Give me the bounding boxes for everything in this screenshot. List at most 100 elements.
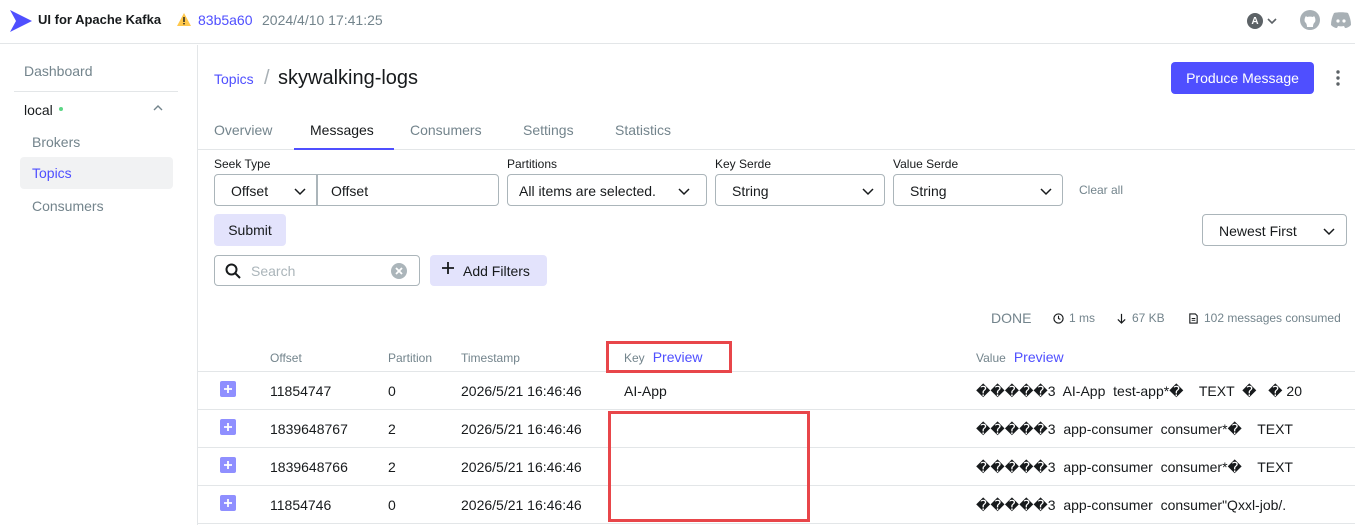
add-filters-label: Add Filters [463,263,530,279]
submit-button[interactable]: Submit [214,214,286,246]
partitions-select[interactable]: All items are selected. [507,174,707,206]
clock-icon [1053,312,1064,324]
column-partition: Partition [388,351,433,365]
plus-icon [224,499,232,507]
sort-order-value: Newest First [1219,223,1297,239]
search-input[interactable] [251,263,381,279]
cell-partition: 0 [388,497,396,513]
partitions-value: All items are selected. [519,183,656,199]
sidebar-item-brokers[interactable]: Brokers [32,134,80,150]
search-box [214,255,420,286]
tab-settings[interactable]: Settings [523,122,574,138]
active-tab-indicator [294,148,394,150]
expand-row-button[interactable] [220,457,236,473]
cell-offset: 1839648766 [270,459,348,475]
plus-icon [224,385,232,393]
partitions-label: Partitions [507,157,558,171]
sort-order-select[interactable]: Newest First [1202,214,1347,246]
produce-message-button[interactable]: Produce Message [1171,62,1314,94]
chevron-down-icon [1040,188,1052,196]
value-serde-select[interactable]: String [893,174,1063,206]
clear-search-icon[interactable] [391,263,407,279]
arrow-down-icon [1117,313,1126,324]
sidebar: Dashboard local Brokers Topics Consumers [0,45,198,525]
clear-all-button[interactable]: Clear all [1079,183,1123,197]
cell-offset: 1839648767 [270,421,348,437]
bytes-consumed-stat: 67 KB [1116,311,1165,325]
cell-timestamp: 2026/5/21 16:46:46 [461,421,582,437]
tab-statistics[interactable]: Statistics [615,122,671,138]
bytes-consumed-value: 67 KB [1132,311,1165,325]
cell-timestamp: 2026/5/21 16:46:46 [461,497,582,513]
cluster-name: local [24,102,53,118]
chevron-up-icon[interactable] [152,102,164,114]
table-row[interactable]: 11854747 0 2026/5/21 16:46:46 AI-App ���… [198,372,1355,410]
chevron-down-icon [678,188,690,196]
breadcrumb-separator: / [264,67,270,89]
page-title: skywalking-logs [278,67,419,89]
user-avatar: A [1247,13,1263,29]
chevron-down-icon [1267,18,1277,25]
consume-status: DONE [991,310,1032,326]
table-row[interactable]: 1839648767 2 2026/5/21 16:46:46 �����3 a… [198,410,1355,448]
plus-icon [224,423,232,431]
sidebar-cluster-local[interactable]: local [14,91,178,125]
column-value: Value Preview [976,349,1064,365]
app-brand[interactable]: UI for Apache Kafka [38,12,161,27]
cell-partition: 0 [388,383,396,399]
sidebar-item-consumers[interactable]: Consumers [32,198,104,214]
warning-icon [177,13,191,26]
commit-date: 2024/4/10 17:41:25 [262,12,383,28]
topic-tabs: Overview Messages Consumers Settings Sta… [198,114,1355,150]
column-timestamp: Timestamp [461,351,520,365]
key-preview-link[interactable]: Preview [653,349,703,365]
more-options-icon[interactable] [1332,67,1344,89]
offset-placeholder: Offset [331,183,369,199]
expand-row-button[interactable] [220,381,236,397]
cell-timestamp: 2026/5/21 16:46:46 [461,383,582,399]
messages-consumed-stat: 102 messages consumed [1188,311,1341,325]
top-navbar: UI for Apache Kafka 83b5a60 2024/4/10 17… [0,0,1355,44]
plus-icon [224,461,232,469]
search-icon [225,263,241,279]
sidebar-item-dashboard[interactable]: Dashboard [24,63,93,79]
column-key-label: Key [624,351,645,365]
value-preview-link[interactable]: Preview [1014,349,1064,365]
discord-icon[interactable] [1330,11,1352,29]
chevron-down-icon [1323,228,1335,236]
seek-type-select[interactable]: Offset [214,174,317,206]
user-menu[interactable]: A [1247,11,1281,31]
add-filters-button[interactable]: Add Filters [430,255,547,286]
cell-value: �����3 AI-App test-app*� TEXT � � 20 [976,383,1302,399]
cell-partition: 2 [388,421,396,437]
column-key: Key Preview [624,349,702,365]
commit-hash-link[interactable]: 83b5a60 [198,12,253,28]
sidebar-item-topics[interactable]: Topics [20,157,173,189]
key-serde-select[interactable]: String [715,174,885,206]
seek-type-label: Seek Type [214,157,271,171]
breadcrumb-topics-link[interactable]: Topics [214,71,254,87]
seek-type-value: Offset [231,183,269,199]
cell-offset: 11854747 [270,383,332,399]
column-value-label: Value [976,351,1006,365]
table-row[interactable]: 11854746 0 2026/5/21 16:46:46 �����3 app… [198,486,1355,524]
key-serde-value: String [732,183,769,199]
tab-overview[interactable]: Overview [214,122,272,138]
tab-consumers[interactable]: Consumers [410,122,482,138]
elapsed-time-value: 1 ms [1069,311,1096,325]
messages-consumed-value: 102 messages consumed [1204,311,1341,325]
kafka-ui-logo-icon[interactable] [8,8,34,34]
cell-value: �����3 app-consumer consumer*� TEXT [976,459,1293,475]
plus-icon [442,262,454,274]
chevron-down-icon [862,188,874,196]
expand-row-button[interactable] [220,495,236,511]
elapsed-time-stat: 1 ms [1053,311,1095,325]
cell-partition: 2 [388,459,396,475]
expand-row-button[interactable] [220,419,236,435]
offset-input[interactable]: Offset [317,174,499,206]
value-serde-value: String [910,183,947,199]
tab-messages[interactable]: Messages [310,122,374,138]
github-icon[interactable] [1300,10,1320,30]
table-row[interactable]: 1839648766 2 2026/5/21 16:46:46 �����3 a… [198,448,1355,486]
key-serde-label: Key Serde [715,157,772,171]
